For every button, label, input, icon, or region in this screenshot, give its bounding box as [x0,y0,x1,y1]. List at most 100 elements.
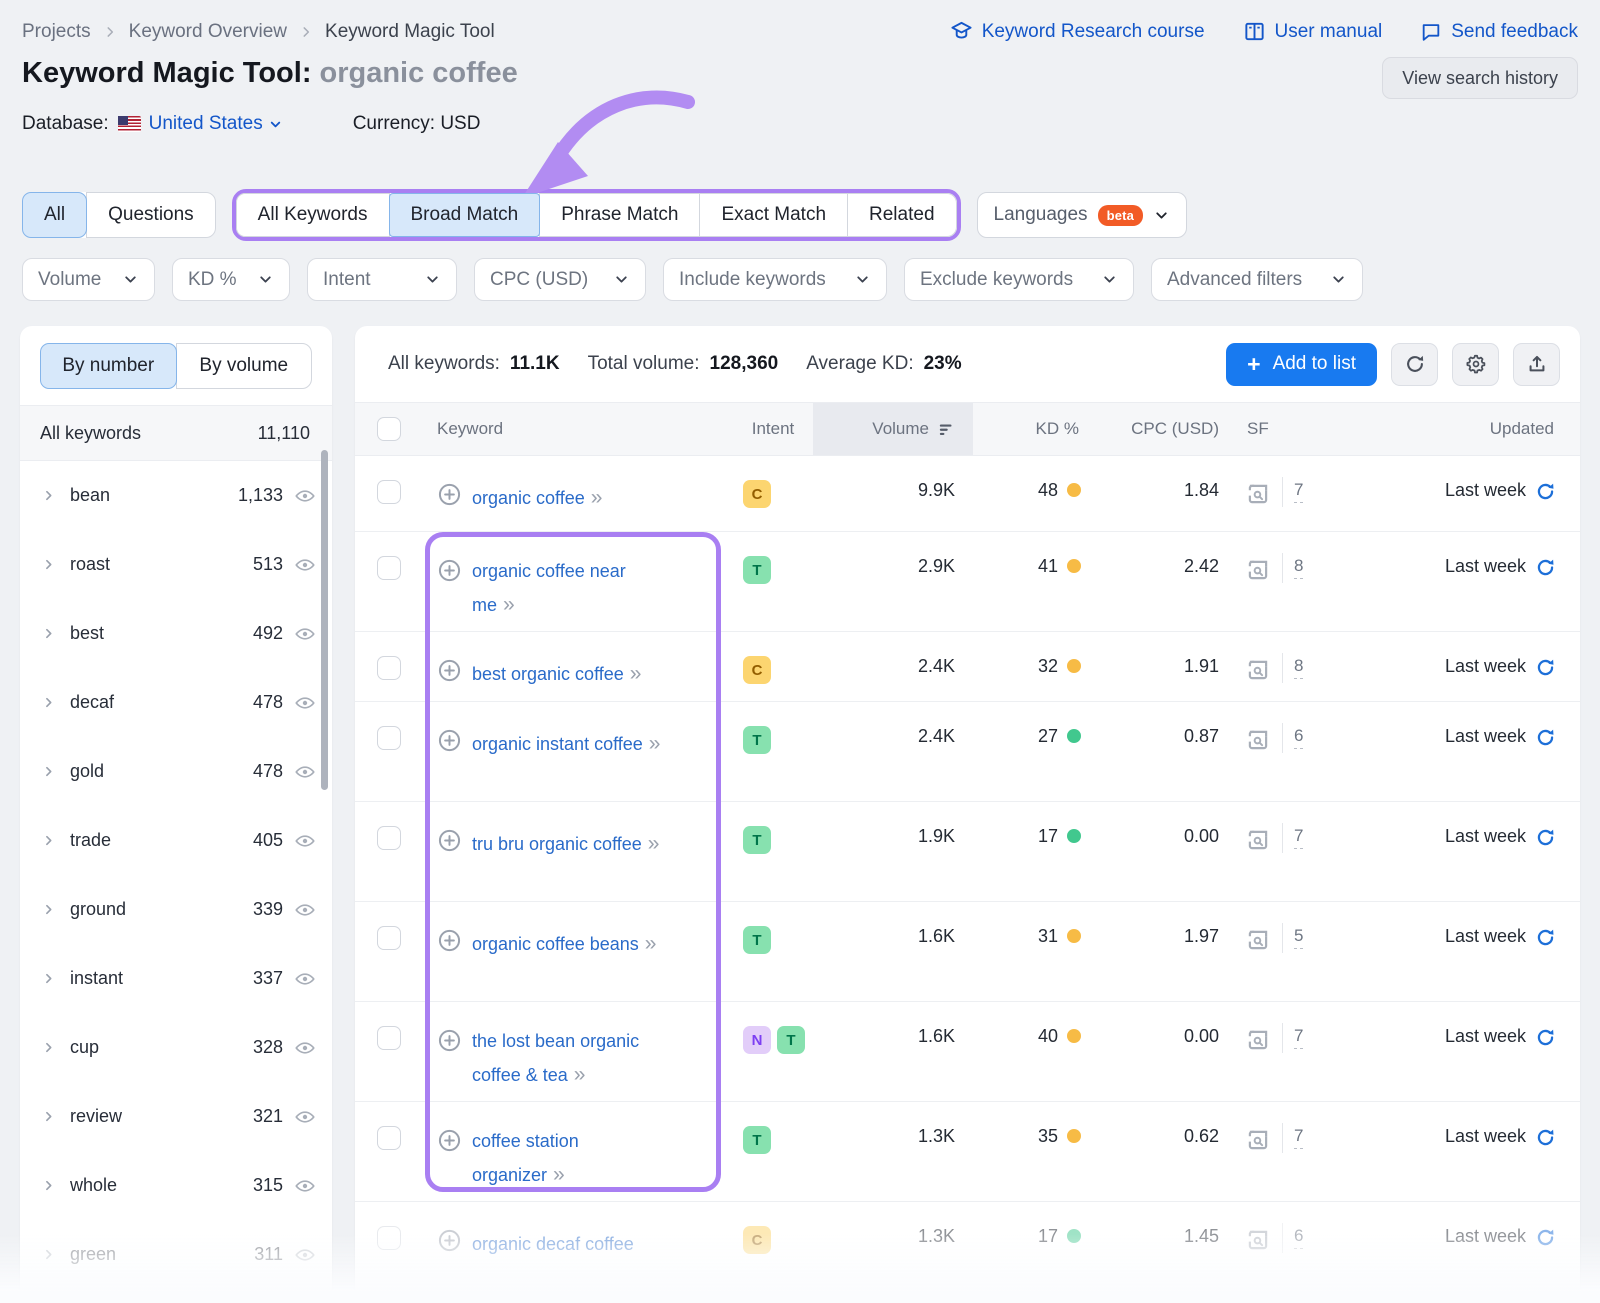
keyword-link[interactable]: organic decaf coffee [472,1226,640,1262]
sidebar-group-item[interactable]: best 492 [20,599,332,668]
serp-preview-icon[interactable] [1245,827,1271,853]
add-keyword-icon[interactable] [437,828,462,853]
column-header-sf[interactable]: SF [1233,419,1343,439]
sidebar-view-tab[interactable]: By number [40,343,177,389]
add-keyword-icon[interactable] [437,558,462,583]
sf-count[interactable]: 6 [1294,726,1304,750]
filter-dropdown[interactable]: CPC (USD) [474,258,646,301]
eye-icon[interactable] [294,968,316,990]
sidebar-group-item[interactable]: bean 1,133 [20,461,332,530]
match-tab[interactable]: Broad Match [388,193,541,237]
row-checkbox[interactable] [377,1226,401,1250]
sf-count[interactable]: 5 [1294,926,1304,950]
double-chevron-icon[interactable]: » [553,1163,567,1186]
eye-icon[interactable] [294,761,316,783]
export-button[interactable] [1513,342,1560,386]
eye-icon[interactable] [294,899,316,921]
match-tab[interactable]: Exact Match [699,193,849,237]
serp-preview-icon[interactable] [1245,481,1271,507]
keyword-link[interactable]: the lost bean organic coffee & tea» [472,1026,670,1092]
double-chevron-icon[interactable]: » [574,1063,588,1086]
double-chevron-icon[interactable]: » [645,932,659,955]
column-header-keyword[interactable]: Keyword [423,419,733,439]
sf-count[interactable]: 8 [1294,556,1304,580]
column-header-cpc[interactable]: CPC (USD) [1093,419,1233,439]
double-chevron-icon[interactable]: » [503,593,517,616]
filter-dropdown[interactable]: Advanced filters [1151,258,1363,301]
keyword-link[interactable]: organic coffee» [472,480,604,516]
eye-icon[interactable] [294,554,316,576]
sf-count[interactable]: 8 [1294,656,1304,680]
database-select[interactable]: United States [149,113,283,135]
double-chevron-icon[interactable]: » [591,486,605,509]
user-manual-link[interactable]: User manual [1243,20,1382,43]
eye-icon[interactable] [294,1106,316,1128]
double-chevron-icon[interactable]: » [630,662,644,685]
add-to-list-button[interactable]: + Add to list [1226,342,1377,386]
row-checkbox[interactable] [377,480,401,504]
view-search-history-button[interactable]: View search history [1382,57,1578,99]
column-header-volume[interactable]: Volume [813,403,973,455]
row-refresh-icon[interactable] [1535,556,1556,578]
row-checkbox[interactable] [377,926,401,950]
serp-preview-icon[interactable] [1245,1227,1271,1253]
keyword-research-course-link[interactable]: Keyword Research course [950,20,1205,43]
sf-count[interactable]: 7 [1294,480,1304,504]
sf-count[interactable]: 6 [1294,1226,1304,1250]
sidebar-group-item[interactable]: decaf 478 [20,668,332,737]
row-checkbox[interactable] [377,556,401,580]
row-refresh-icon[interactable] [1535,726,1556,748]
sidebar-group-item[interactable]: trade 405 [20,806,332,875]
breadcrumb-keyword-overview[interactable]: Keyword Overview [129,21,287,43]
sf-count[interactable]: 7 [1294,1026,1304,1050]
column-header-updated[interactable]: Updated [1343,419,1580,439]
sidebar-group-item[interactable]: cup 328 [20,1013,332,1082]
sidebar-scrollbar-thumb[interactable] [321,450,328,790]
row-refresh-icon[interactable] [1535,480,1556,502]
sidebar-group-item[interactable]: green 311 [20,1220,332,1289]
serp-preview-icon[interactable] [1245,557,1271,583]
sidebar-group-item[interactable]: instant 337 [20,944,332,1013]
keyword-link[interactable]: organic instant coffee» [472,726,662,762]
sf-count[interactable]: 7 [1294,1126,1304,1150]
serp-preview-icon[interactable] [1245,1127,1271,1153]
row-refresh-icon[interactable] [1535,926,1556,948]
row-checkbox[interactable] [377,1026,401,1050]
eye-icon[interactable] [294,1037,316,1059]
row-refresh-icon[interactable] [1535,1026,1556,1048]
refresh-button[interactable] [1391,342,1438,386]
match-tab[interactable]: Phrase Match [539,193,701,237]
add-keyword-icon[interactable] [437,1128,462,1153]
sidebar-group-item[interactable]: whole 315 [20,1151,332,1220]
serp-preview-icon[interactable] [1245,927,1271,953]
settings-button[interactable] [1452,342,1499,386]
add-keyword-icon[interactable] [437,928,462,953]
eye-icon[interactable] [294,1244,316,1266]
keyword-link[interactable]: organic coffee beans» [472,926,658,962]
column-header-intent[interactable]: Intent [733,419,813,439]
row-refresh-icon[interactable] [1535,1226,1556,1248]
eye-icon[interactable] [294,623,316,645]
scope-tab[interactable]: Questions [86,192,216,238]
breadcrumb-projects[interactable]: Projects [22,21,91,43]
sidebar-group-item[interactable]: gold 478 [20,737,332,806]
match-tab[interactable]: Related [847,193,957,237]
add-keyword-icon[interactable] [437,728,462,753]
add-keyword-icon[interactable] [437,658,462,683]
row-checkbox[interactable] [377,656,401,680]
row-refresh-icon[interactable] [1535,826,1556,848]
sidebar-group-item[interactable]: ground 339 [20,875,332,944]
filter-dropdown[interactable]: KD % [172,258,290,301]
filter-dropdown[interactable]: Include keywords [663,258,887,301]
match-tab[interactable]: All Keywords [235,193,390,237]
all-keywords-row[interactable]: All keywords 11,110 [20,405,332,461]
eye-icon[interactable] [294,692,316,714]
double-chevron-icon[interactable]: » [649,732,663,755]
row-refresh-icon[interactable] [1535,656,1556,678]
row-checkbox[interactable] [377,1126,401,1150]
add-keyword-icon[interactable] [437,482,462,507]
sidebar-group-item[interactable]: review 321 [20,1082,332,1151]
sidebar-group-item[interactable]: roast 513 [20,530,332,599]
row-refresh-icon[interactable] [1535,1126,1556,1148]
keyword-link[interactable]: tru bru organic coffee» [472,826,661,862]
